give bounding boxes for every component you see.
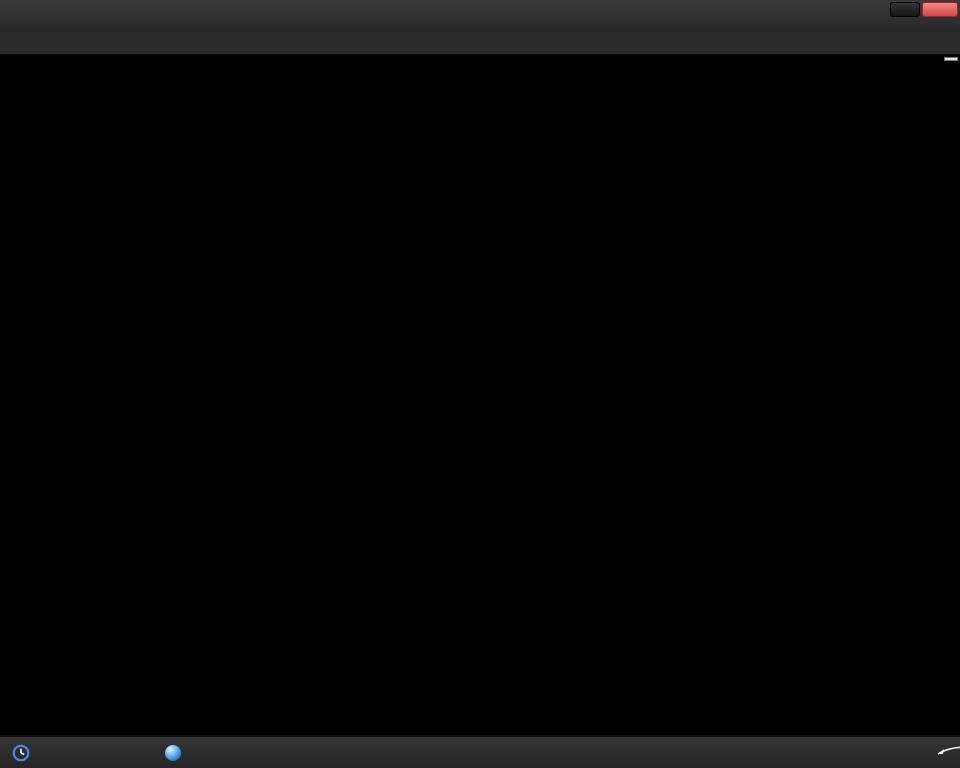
mode-indicator-icon [165, 745, 181, 761]
top-menu-bar [0, 0, 960, 28]
status-clock-group [12, 737, 38, 768]
status-bar [0, 735, 960, 768]
minimize-button[interactable] [890, 2, 920, 17]
ultimate-client-window [0, 0, 960, 768]
brand-swoosh-icon [934, 745, 960, 757]
status-brand-group [940, 737, 950, 768]
window-controls [890, 2, 958, 17]
toolbar-tooltip [944, 57, 958, 61]
exit-button[interactable] [922, 2, 958, 17]
clock-icon [12, 744, 30, 762]
tab-bar [0, 28, 960, 55]
status-mode-group [165, 737, 188, 768]
dashboard-grid [0, 54, 960, 737]
